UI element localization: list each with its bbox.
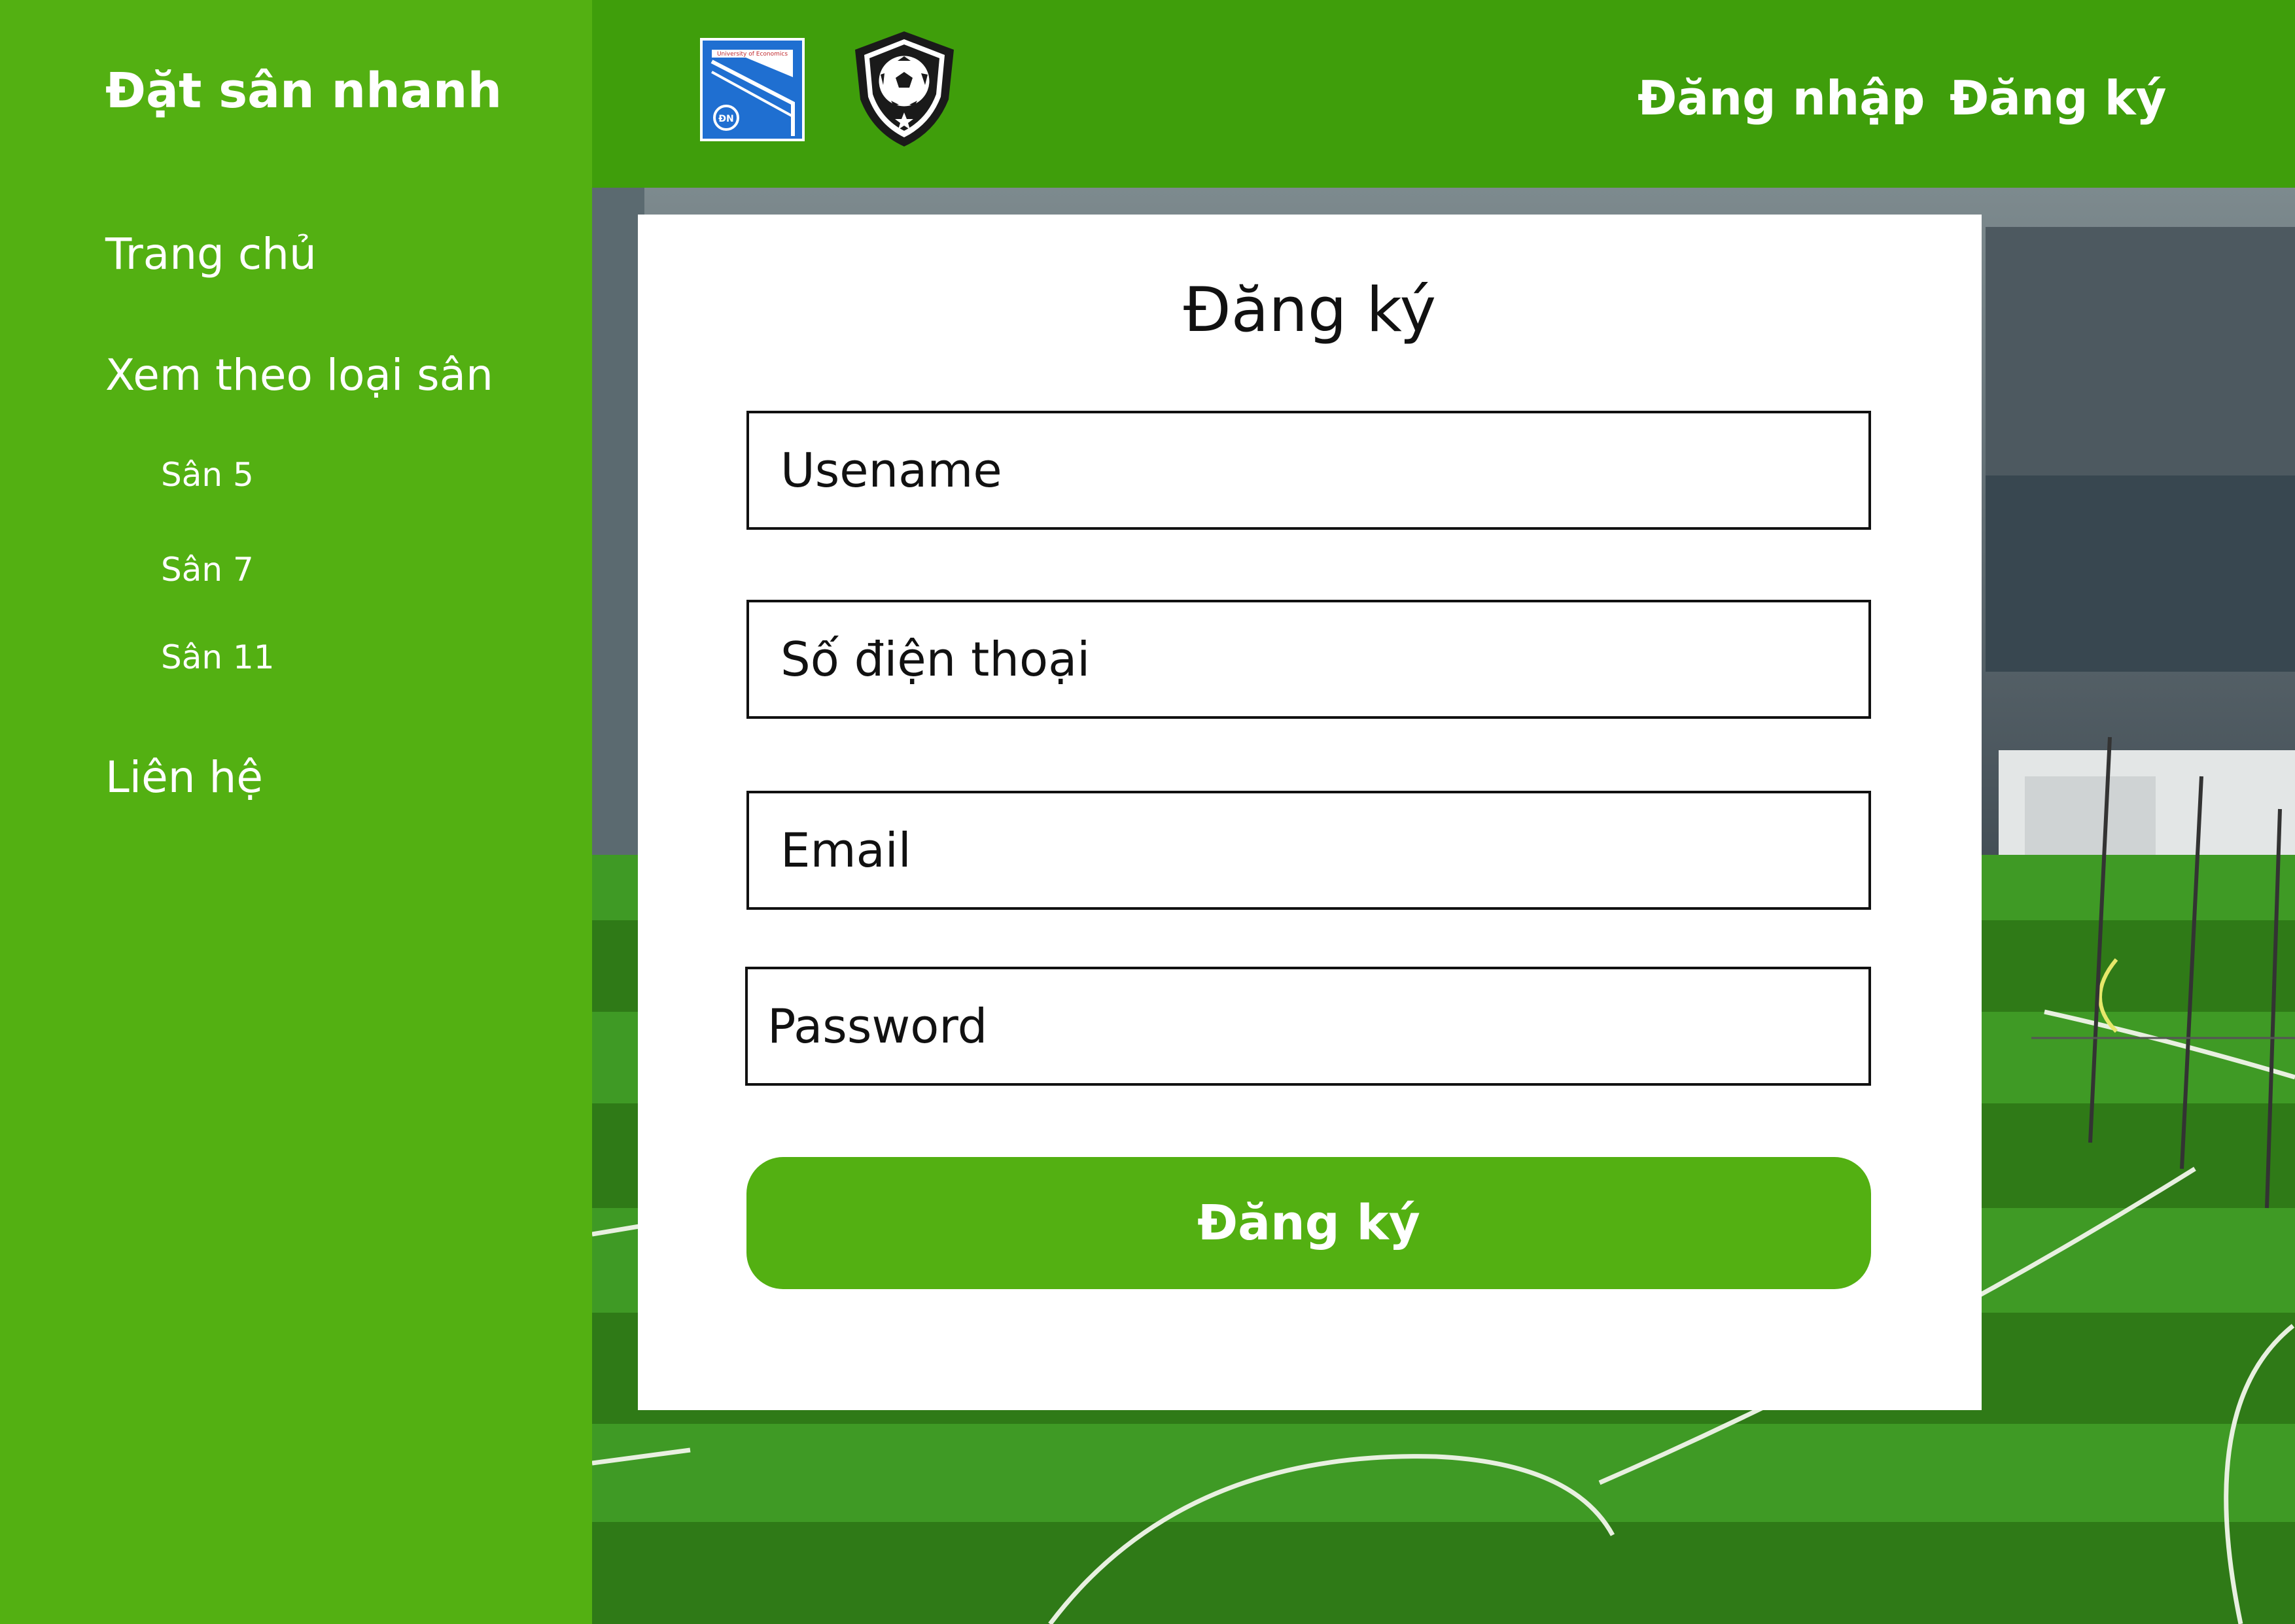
nav-field-11[interactable]: Sân 11 <box>161 638 275 676</box>
email-field-box <box>746 791 1871 910</box>
username-input[interactable] <box>749 413 1868 527</box>
register-submit-button[interactable]: Đăng ký <box>746 1157 1871 1289</box>
nav-contact[interactable]: Liên hệ <box>105 752 263 803</box>
password-input[interactable] <box>748 969 1868 1083</box>
soccer-shield-logo-icon[interactable] <box>850 27 958 149</box>
svg-text:University of Economics: University of Economics <box>717 51 788 58</box>
email-input[interactable] <box>749 793 1868 907</box>
nav-field-5[interactable]: Sân 5 <box>161 456 254 494</box>
phone-field-box <box>746 600 1871 719</box>
top-header: ĐN University of Economics Đăng nhập Đăn… <box>592 0 2295 188</box>
register-form-card: Đăng ký Đăng ký <box>638 215 1982 1410</box>
sidebar: Đặt sân nhanh Trang chủ Xem theo loại sâ… <box>0 0 592 1624</box>
username-field-box <box>746 411 1871 530</box>
phone-input[interactable] <box>749 602 1868 716</box>
password-field-box <box>745 967 1871 1086</box>
nav-by-field-type[interactable]: Xem theo loại sân <box>105 350 493 400</box>
brand-title[interactable]: Đặt sân nhanh <box>105 63 502 119</box>
svg-text:ĐN: ĐN <box>718 114 733 124</box>
register-link[interactable]: Đăng ký <box>1950 71 2167 126</box>
login-link[interactable]: Đăng nhập <box>1638 71 1925 126</box>
university-logo-icon[interactable]: ĐN University of Economics <box>700 38 805 141</box>
nav-field-7[interactable]: Sân 7 <box>161 551 254 589</box>
nav-home[interactable]: Trang chủ <box>105 229 317 279</box>
form-title: Đăng ký <box>1183 275 1437 346</box>
